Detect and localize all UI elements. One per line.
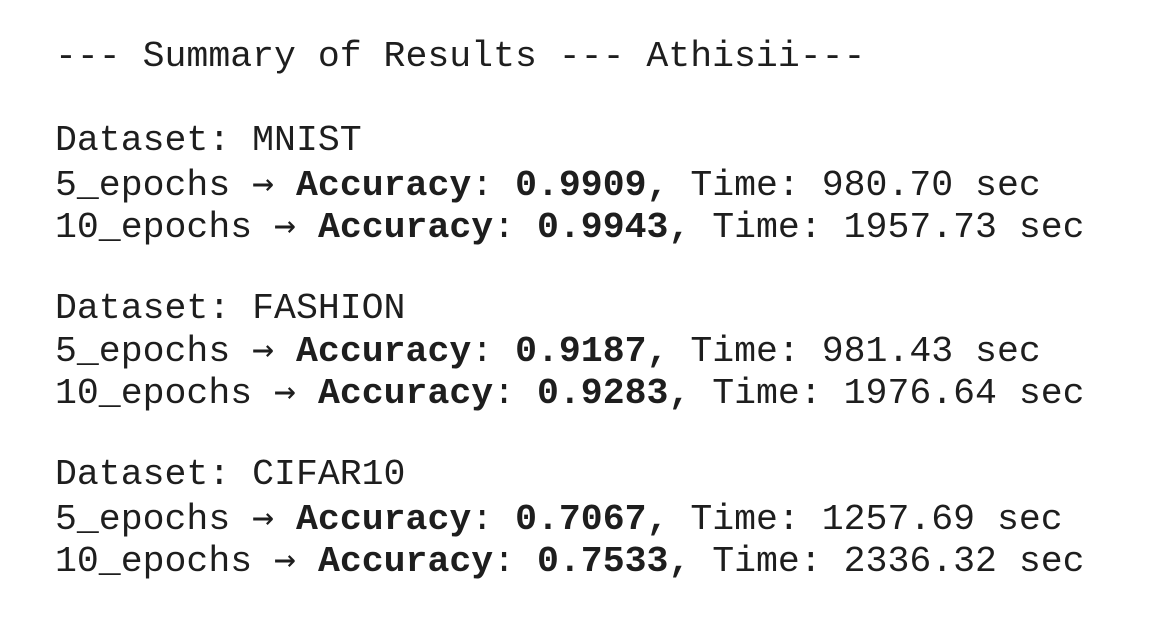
time-unit: sec bbox=[953, 165, 1041, 206]
accuracy-value: 0.9283 bbox=[536, 373, 669, 414]
epochs-label: 10_epochs bbox=[55, 541, 253, 582]
accuracy-value: 0.9943 bbox=[536, 207, 669, 248]
accuracy-value: 0.9187 bbox=[515, 331, 647, 372]
time-label: Time: bbox=[690, 499, 822, 540]
accuracy-label: Accuracy bbox=[317, 373, 494, 414]
result-row: 10_epochs → Accuracy: 0.9283, Time: 1976… bbox=[55, 369, 1085, 415]
dataset-name: CIFAR10 bbox=[252, 454, 406, 495]
dataset-header-cifar10: Dataset: CIFAR10 bbox=[55, 454, 405, 496]
arrow-icon: → bbox=[252, 327, 275, 370]
accuracy-label: Accuracy bbox=[317, 207, 494, 248]
dataset-prefix: Dataset: bbox=[55, 120, 253, 161]
epochs-label: 5_epochs bbox=[55, 331, 231, 372]
arrow-icon: → bbox=[252, 161, 275, 204]
time-value: 1257.69 bbox=[821, 499, 976, 540]
dataset-header-fashion: Dataset: FASHION bbox=[55, 288, 405, 330]
time-label: Time: bbox=[690, 331, 822, 372]
time-value: 2336.32 bbox=[843, 541, 997, 582]
time-unit: sec bbox=[975, 499, 1063, 540]
result-row: 5_epochs → Accuracy: 0.7067, Time: 1257.… bbox=[55, 495, 1063, 541]
accuracy-value: 0.7067 bbox=[515, 499, 647, 540]
dataset-prefix: Dataset: bbox=[55, 288, 253, 329]
result-row: 5_epochs → Accuracy: 0.9909, Time: 980.7… bbox=[55, 161, 1041, 207]
dataset-header-mnist: Dataset: MNIST bbox=[55, 120, 362, 162]
time-value: 981.43 bbox=[821, 331, 954, 372]
time-label: Time: bbox=[690, 165, 822, 206]
time-label: Time: bbox=[712, 541, 844, 582]
dataset-prefix: Dataset: bbox=[55, 454, 253, 495]
accuracy-label: Accuracy bbox=[317, 541, 494, 582]
time-unit: sec bbox=[996, 373, 1085, 414]
dataset-name: FASHION bbox=[252, 288, 406, 329]
arrow-icon: → bbox=[274, 369, 297, 412]
epochs-label: 5_epochs bbox=[55, 165, 231, 206]
dataset-name: MNIST bbox=[252, 120, 362, 161]
summary-title: --- Summary of Results --- Athisii--- bbox=[55, 36, 866, 77]
time-label: Time: bbox=[712, 207, 844, 248]
arrow-icon: → bbox=[252, 495, 275, 538]
arrow-icon: → bbox=[274, 203, 297, 246]
time-label: Time: bbox=[712, 373, 844, 414]
accuracy-value: 0.7533 bbox=[536, 541, 669, 582]
result-row: 10_epochs → Accuracy: 0.7533, Time: 2336… bbox=[55, 537, 1085, 583]
time-value: 1957.73 bbox=[843, 207, 997, 248]
accuracy-label: Accuracy bbox=[296, 331, 472, 372]
time-unit: sec bbox=[996, 541, 1085, 582]
arrow-icon: → bbox=[274, 537, 297, 580]
epochs-label: 10_epochs bbox=[55, 207, 253, 248]
time-unit: sec bbox=[996, 207, 1085, 248]
time-value: 980.70 bbox=[821, 165, 954, 206]
result-row: 10_epochs → Accuracy: 0.9943, Time: 1957… bbox=[55, 203, 1085, 249]
time-value: 1976.64 bbox=[843, 373, 997, 414]
accuracy-value: 0.9909 bbox=[515, 165, 647, 206]
epochs-label: 10_epochs bbox=[55, 373, 253, 414]
accuracy-label: Accuracy bbox=[296, 165, 472, 206]
result-row: 5_epochs → Accuracy: 0.9187, Time: 981.4… bbox=[55, 327, 1041, 373]
epochs-label: 5_epochs bbox=[55, 499, 231, 540]
time-unit: sec bbox=[953, 331, 1041, 372]
accuracy-label: Accuracy bbox=[296, 499, 472, 540]
